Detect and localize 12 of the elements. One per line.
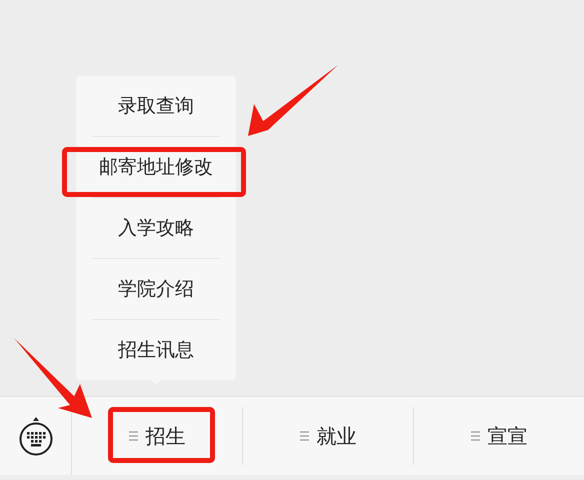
menu-item[interactable]: 学院介绍 (118, 276, 194, 302)
menu-item[interactable]: 邮寄地址修改 (99, 154, 213, 180)
menu-tab[interactable]: 就业 (242, 407, 413, 465)
menu-icon (300, 431, 308, 441)
menu-icon (470, 431, 480, 441)
menu-item[interactable]: 招生讯息 (118, 337, 194, 363)
menu-tab[interactable]: 宣宣 (413, 407, 584, 465)
menu-icon (128, 431, 138, 441)
keyboard-icon (18, 416, 54, 456)
menu-item[interactable]: 入学攻略 (118, 215, 194, 241)
menu-item[interactable]: 录取查询 (118, 93, 194, 119)
menu-tab[interactable]: 招生 (72, 407, 242, 465)
